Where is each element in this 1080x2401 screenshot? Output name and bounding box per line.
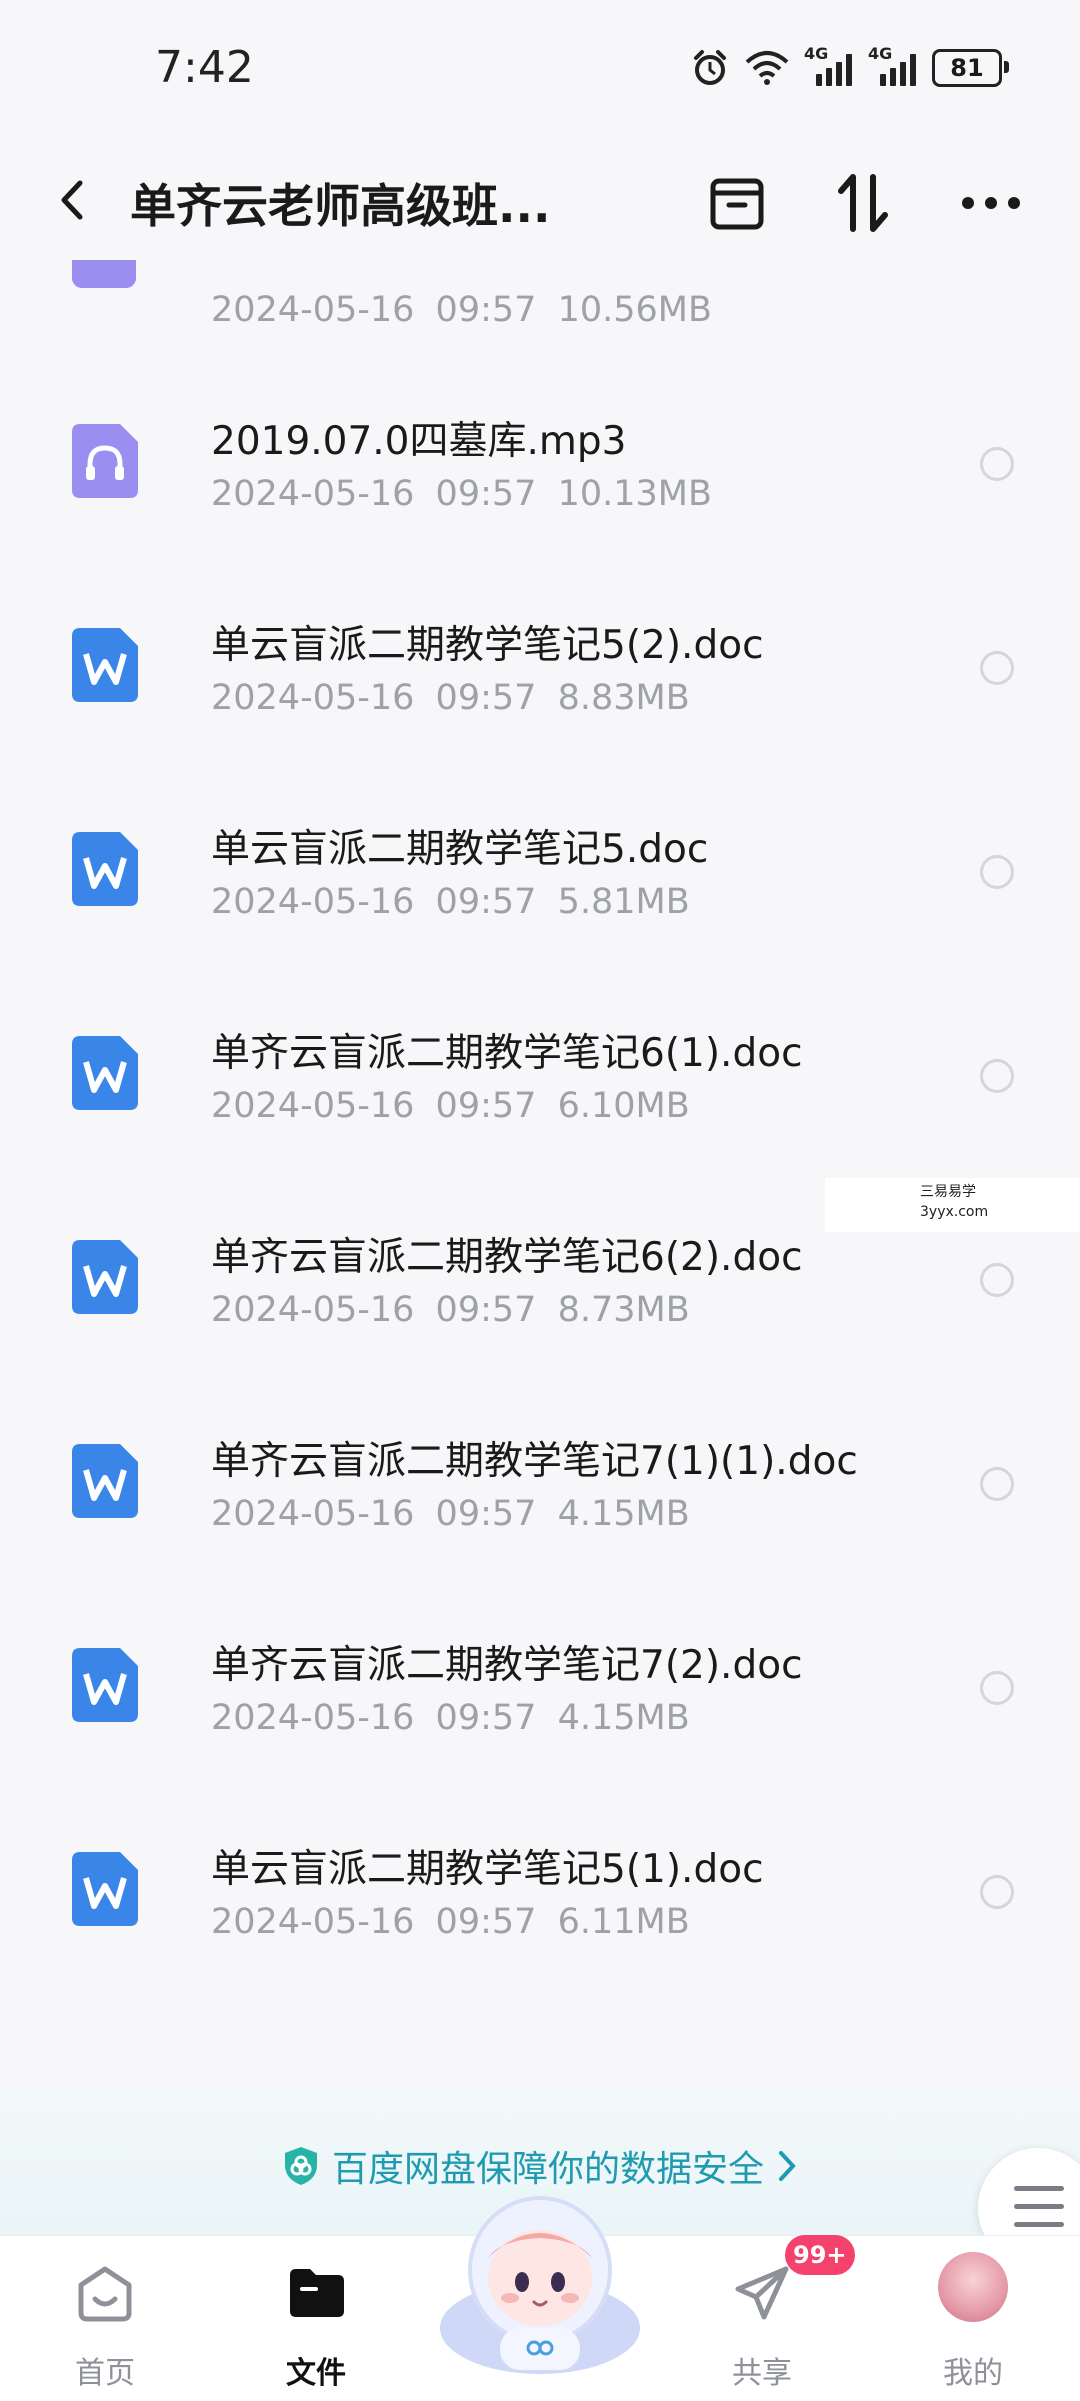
- status-bar: 7:42 4G 4G 81: [0, 0, 1080, 140]
- file-date: 2024-05-16: [211, 882, 415, 922]
- file-date: 2024-05-16: [211, 1902, 415, 1942]
- more-dots-icon: [962, 197, 1020, 209]
- file-date: 2024-05-16: [211, 1698, 415, 1738]
- back-arrow-icon[interactable]: [48, 175, 98, 225]
- file-time: 09:57: [435, 474, 537, 514]
- alarm-icon: [694, 50, 726, 85]
- file-time: 09:57: [435, 1086, 537, 1126]
- select-checkbox[interactable]: [980, 1467, 1014, 1501]
- file-time: 09:57: [435, 882, 537, 922]
- sort-button[interactable]: [828, 168, 898, 238]
- file-size: 5.81MB: [557, 882, 690, 922]
- file-size: 10.56MB: [557, 290, 712, 330]
- top-app-bar: 单齐云老师高级班...: [0, 140, 1080, 260]
- word-doc-icon: [72, 1648, 138, 1722]
- file-name: 单齐云盲派二期教学笔记6(1).doc: [211, 1031, 803, 1076]
- word-doc-icon: [72, 628, 138, 702]
- file-time: 09:57: [435, 1902, 537, 1942]
- list-item[interactable]: 单齐云盲派二期教学笔记7(2).doc 2024-05-16 09:57 4.1…: [0, 1582, 1080, 1786]
- signal-icon: 4G: [804, 44, 854, 86]
- word-doc-icon: [72, 1036, 138, 1110]
- audio-file-icon: [72, 260, 136, 288]
- file-time: 09:57: [435, 290, 537, 330]
- file-size: 6.11MB: [557, 1902, 690, 1942]
- word-doc-icon: [72, 1444, 138, 1518]
- file-name: 单云盲派二期教学笔记5(1).doc: [211, 1847, 764, 1892]
- share-icon: [735, 2266, 789, 2320]
- file-date: 2024-05-16: [211, 1290, 415, 1330]
- list-item[interactable]: 2024-05-16 09:57 10.56MB: [0, 260, 1080, 350]
- list-item[interactable]: 单齐云盲派二期教学笔记6(1).doc 2024-05-16 09:57 6.1…: [0, 970, 1080, 1174]
- nav-label: 共享: [732, 2356, 792, 2391]
- file-size: 8.73MB: [557, 1290, 690, 1330]
- file-size: 6.10MB: [557, 1086, 690, 1126]
- list-item[interactable]: 单齐云盲派二期教学笔记7(1)(1).doc 2024-05-16 09:57 …: [0, 1378, 1080, 1582]
- more-options-button[interactable]: [956, 168, 1026, 238]
- status-icons: 4G 4G 81: [690, 44, 1009, 88]
- notification-badge: 99+: [785, 2235, 855, 2275]
- select-mode-button[interactable]: [702, 168, 772, 238]
- file-date: 2024-05-16: [211, 1086, 415, 1126]
- select-checkbox[interactable]: [980, 1059, 1014, 1093]
- select-checkbox[interactable]: [980, 1263, 1014, 1297]
- file-date: 2024-05-16: [211, 474, 415, 514]
- file-name: 单云盲派二期教学笔记5.doc: [211, 827, 709, 872]
- avatar[interactable]: [938, 2252, 1008, 2322]
- file-time: 09:57: [435, 1290, 537, 1330]
- file-size: 4.15MB: [557, 1698, 690, 1738]
- word-doc-icon: [72, 1852, 138, 1926]
- select-checkbox[interactable]: [980, 651, 1014, 685]
- signal-icon: 4G: [868, 44, 918, 86]
- chevron-right-icon: [779, 2151, 796, 2181]
- hamburger-menu-icon: [1014, 2186, 1064, 2191]
- watermark-line: 3yyx.com: [920, 1204, 989, 1220]
- box-select-icon: [710, 178, 764, 230]
- shield-icon: [284, 2147, 317, 2185]
- nav-label: 我的: [943, 2356, 1003, 2391]
- file-name: 单齐云盲派二期教学笔记7(2).doc: [211, 1643, 803, 1688]
- file-size: 8.83MB: [557, 678, 690, 718]
- list-item[interactable]: 单云盲派二期教学笔记5(1).doc 2024-05-16 09:57 6.11…: [0, 1786, 1080, 1990]
- nav-label: 首页: [75, 2356, 135, 2391]
- nav-item-home[interactable]: 首页: [35, 2236, 175, 2401]
- file-date: 2024-05-16: [211, 678, 415, 718]
- list-item[interactable]: 单云盲派二期教学笔记5.doc 2024-05-16 09:57 5.81MB: [0, 766, 1080, 970]
- file-size: 4.15MB: [557, 1494, 690, 1534]
- file-time: 09:57: [435, 678, 537, 718]
- word-doc-icon: [72, 1240, 138, 1314]
- clock: 7:42: [155, 42, 254, 93]
- mascot-assistant-button[interactable]: [430, 2178, 650, 2378]
- file-size: 10.13MB: [557, 474, 712, 514]
- file-name: 单齐云盲派二期教学笔记6(2).doc: [211, 1235, 803, 1280]
- watermark: 三易易学 3yyx.com: [825, 1178, 1080, 1232]
- folder-icon: [290, 2269, 344, 2317]
- battery-indicator: 81: [932, 49, 1009, 87]
- audio-file-icon: [72, 424, 138, 498]
- list-item[interactable]: 单云盲派二期教学笔记5(2).doc 2024-05-16 09:57 8.83…: [0, 562, 1080, 766]
- file-list: 2024-05-16 09:57 10.56MB 2019.07.0四墓库.mp…: [0, 260, 1080, 2070]
- nav-item-files[interactable]: 文件: [246, 2236, 386, 2401]
- watermark-line: 三易易学: [920, 1184, 976, 1200]
- file-time: 09:57: [435, 1698, 537, 1738]
- list-item[interactable]: 2019.07.0四墓库.mp3 2024-05-16 09:57 10.13M…: [0, 358, 1080, 562]
- select-checkbox[interactable]: [980, 1671, 1014, 1705]
- nav-label: 文件: [286, 2356, 346, 2391]
- folder-title: 单齐云老师高级班...: [130, 179, 551, 233]
- file-name: 单云盲派二期教学笔记5(2).doc: [211, 623, 764, 668]
- sort-icon: [838, 174, 888, 232]
- wifi-icon: [745, 51, 789, 85]
- file-name: 单齐云盲派二期教学笔记7(1)(1).doc: [211, 1439, 858, 1484]
- word-doc-icon: [72, 832, 138, 906]
- select-checkbox[interactable]: [980, 855, 1014, 889]
- file-name: 2019.07.0四墓库.mp3: [211, 419, 627, 464]
- file-time: 09:57: [435, 1494, 537, 1534]
- file-date: 2024-05-16: [211, 1494, 415, 1534]
- select-checkbox[interactable]: [980, 447, 1014, 481]
- home-icon: [78, 2266, 132, 2322]
- file-date: 2024-05-16: [211, 290, 415, 330]
- select-checkbox[interactable]: [980, 1875, 1014, 1909]
